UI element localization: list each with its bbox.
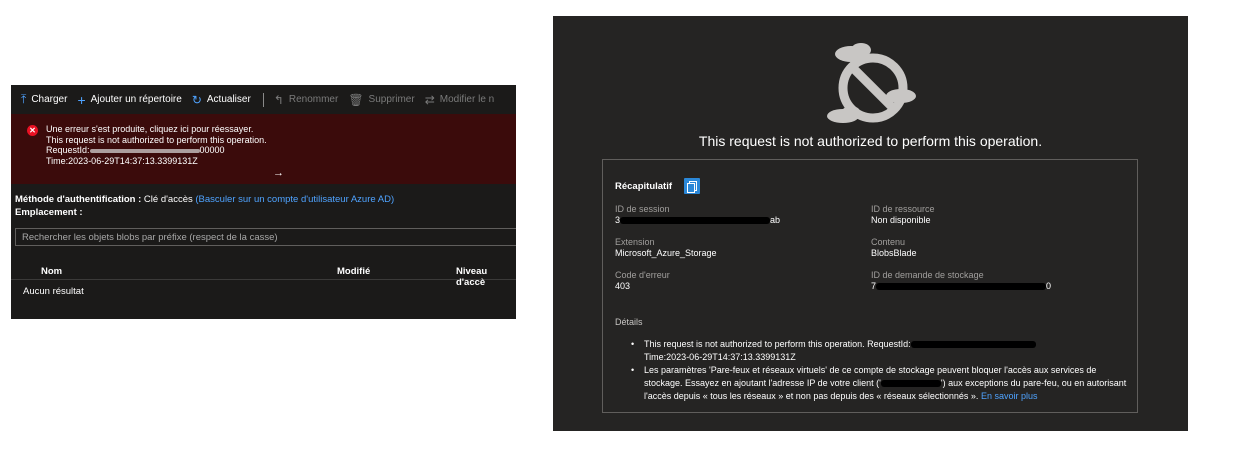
list-item: Les paramètres 'Pare-feux et réseaux vir… (631, 364, 1131, 403)
storage-request-id-field: ID de demande de stockage 70 (871, 270, 1052, 291)
redacted-text (89, 148, 200, 153)
error-headline: This request is not authorized to perfor… (698, 133, 1043, 149)
trash-icon: 🗑 (348, 92, 364, 107)
storage-browser-panel: ⤒ Charger + Ajouter un répertoire ↻ Actu… (11, 85, 516, 319)
redacted-text (876, 283, 1047, 291)
col-modified-header[interactable]: Modifié (337, 266, 370, 277)
details-list: This request is not authorized to perfor… (631, 338, 1131, 403)
upload-button[interactable]: ⤒ Charger (21, 92, 67, 107)
toolbar: ⤒ Charger + Ajouter un répertoire ↻ Actu… (11, 85, 516, 114)
delete-button[interactable]: 🗑 Supprimer (348, 93, 414, 107)
blocked-cloud-icon (827, 43, 916, 123)
error-details-blade: This request is not authorized to perfor… (553, 16, 1188, 431)
upload-icon: ⤒ (21, 92, 27, 106)
learn-more-link[interactable]: En savoir plus (981, 391, 1038, 401)
summary-title: Récapitulatif (615, 178, 701, 194)
arrow-right-icon: → (273, 167, 284, 179)
blob-search-input[interactable]: Rechercher les objets blobs par préfixe … (15, 228, 516, 246)
add-directory-button[interactable]: + Ajouter un répertoire (77, 92, 181, 108)
error-code-field: Code d'erreur 403 (615, 270, 670, 291)
content-field: Contenu BlobsBlade (871, 237, 917, 258)
list-item: This request is not authorized to perfor… (631, 338, 1131, 364)
redacted-text (910, 341, 1036, 349)
redacted-text (880, 380, 941, 388)
modify-tier-button[interactable]: ⇄ Modifier le n (425, 93, 495, 107)
swap-icon: ⇄ (424, 92, 435, 107)
summary-panel: Récapitulatif ID de session 3 ab ID de re… (602, 159, 1138, 413)
redacted-text (620, 217, 771, 225)
auth-info: Méthode d'authentification : Clé d'accès… (15, 194, 395, 218)
switch-to-aad-link[interactable]: (Basculer sur un compte d'utilisateur Az… (195, 194, 394, 205)
copy-icon[interactable] (684, 178, 701, 194)
error-message: Une erreur s'est produite, cliquez ici p… (46, 124, 267, 166)
session-id-field: ID de session 3 ab (615, 204, 781, 225)
extension-field: Extension Microsoft_Azure_Storage (615, 237, 717, 258)
refresh-icon: ↻ (191, 92, 202, 107)
col-name-header[interactable]: Nom (41, 266, 62, 277)
empty-state: Aucun résultat (23, 286, 84, 297)
resource-id-field: ID de ressource Non disponible (871, 204, 935, 225)
refresh-button[interactable]: ↻ Actualiser (192, 93, 251, 107)
plus-icon: + (77, 91, 86, 108)
table-header: Nom Modifié Niveau d'accè (11, 264, 516, 288)
toolbar-divider (262, 92, 264, 107)
error-icon: ✕ (27, 125, 38, 136)
details-label: Détails (615, 317, 643, 327)
col-tier-header[interactable]: Niveau d'accè (456, 266, 516, 288)
error-banner[interactable]: ✕ Une erreur s'est produite, cliquez ici… (11, 114, 516, 184)
rename-button[interactable]: ↰ Renommer (274, 93, 339, 107)
rename-icon: ↰ (273, 92, 284, 107)
